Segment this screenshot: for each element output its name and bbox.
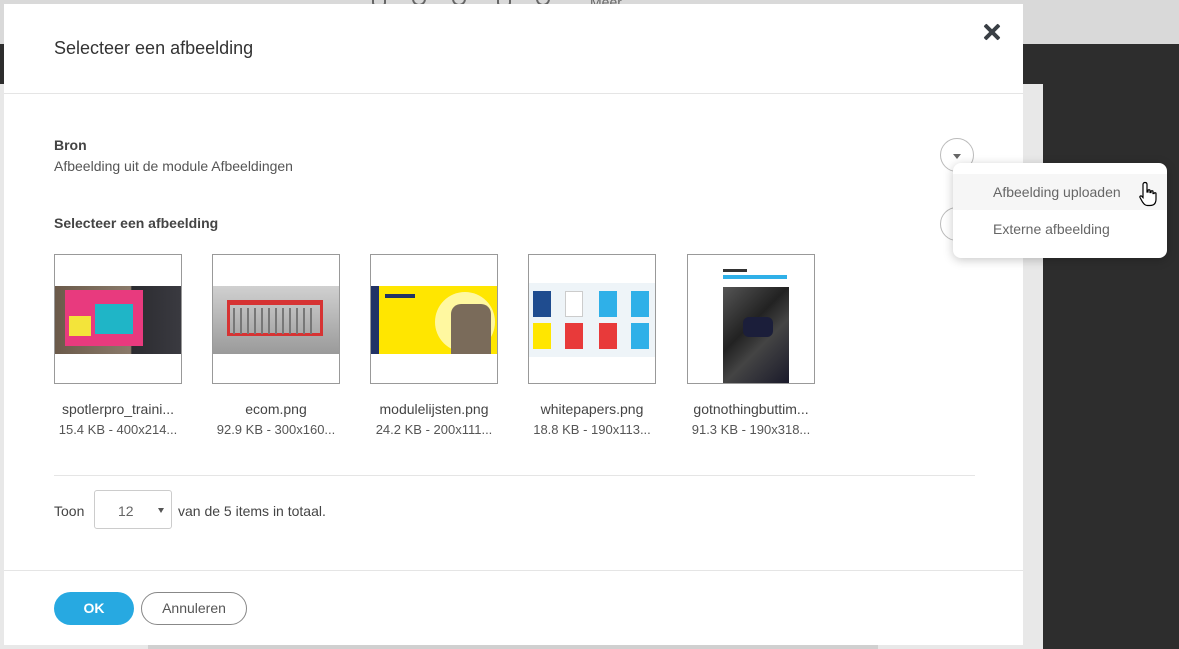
hand-pointer-icon <box>1139 181 1157 207</box>
image-meta: 24.2 KB - 200x111... <box>375 422 493 437</box>
dialog-footer: OK Annuleren <box>4 570 1023 645</box>
image-tile[interactable]: ecom.png 92.9 KB - 300x160... <box>212 254 340 437</box>
image-filename: ecom.png <box>245 401 307 417</box>
thumbnail-picture <box>213 286 339 354</box>
image-tile[interactable]: gotnothingbuttim... 91.3 KB - 190x318... <box>687 254 815 437</box>
menu-item-upload-image[interactable]: Afbeelding uploaden <box>953 174 1167 210</box>
image-filename: gotnothingbuttim... <box>693 401 809 417</box>
image-tile[interactable]: modulelijsten.png 24.2 KB - 200x111... <box>370 254 498 437</box>
image-meta: 15.4 KB - 400x214... <box>58 422 178 437</box>
image-meta: 18.8 KB - 190x113... <box>533 422 651 437</box>
image-thumbnail[interactable] <box>528 254 656 384</box>
caret-down-icon <box>158 508 164 513</box>
image-thumbnail[interactable] <box>212 254 340 384</box>
image-thumbnail[interactable] <box>54 254 182 384</box>
source-value: Afbeelding uit de module Afbeeldingen <box>54 158 293 174</box>
dialog-header: Selecteer een afbeelding <box>4 4 1023 94</box>
thumbnail-picture <box>371 286 497 354</box>
pager-show-label: Toon <box>54 503 85 519</box>
image-tile[interactable]: whitepapers.png 18.8 KB - 190x113... <box>528 254 656 437</box>
source-label: Bron <box>54 137 87 153</box>
image-thumbnail[interactable] <box>687 254 815 384</box>
image-meta: 92.9 KB - 300x160... <box>216 422 336 437</box>
divider <box>54 475 975 476</box>
image-thumbnail[interactable] <box>370 254 498 384</box>
dialog-title: Selecteer een afbeelding <box>54 38 254 58</box>
select-image-label: Selecteer een afbeelding <box>54 215 219 231</box>
page-size-select[interactable]: 12 <box>94 490 172 529</box>
source-dropdown-menu: Afbeelding uploaden Externe afbeelding <box>953 163 1167 258</box>
image-filename: spotlerpro_traini... <box>61 401 175 417</box>
image-select-dialog: Selecteer een afbeelding Bron Afbeelding… <box>4 4 1023 645</box>
pager-total-text: van de 5 items in totaal. <box>178 503 326 519</box>
close-icon[interactable] <box>981 22 1003 44</box>
thumbnail-picture <box>55 286 181 354</box>
menu-item-external-image[interactable]: Externe afbeelding <box>953 211 1167 247</box>
thumbnail-picture <box>723 267 789 383</box>
image-tile[interactable]: spotlerpro_traini... 15.4 KB - 400x214..… <box>54 254 182 437</box>
page-size-value: 12 <box>118 503 134 519</box>
image-filename: modulelijsten.png <box>379 401 489 417</box>
thumbnail-picture <box>529 283 655 357</box>
image-meta: 91.3 KB - 190x318... <box>691 422 811 437</box>
cancel-button[interactable]: Annuleren <box>141 592 247 625</box>
image-filename: whitepapers.png <box>540 401 644 417</box>
ok-button[interactable]: OK <box>54 592 134 625</box>
